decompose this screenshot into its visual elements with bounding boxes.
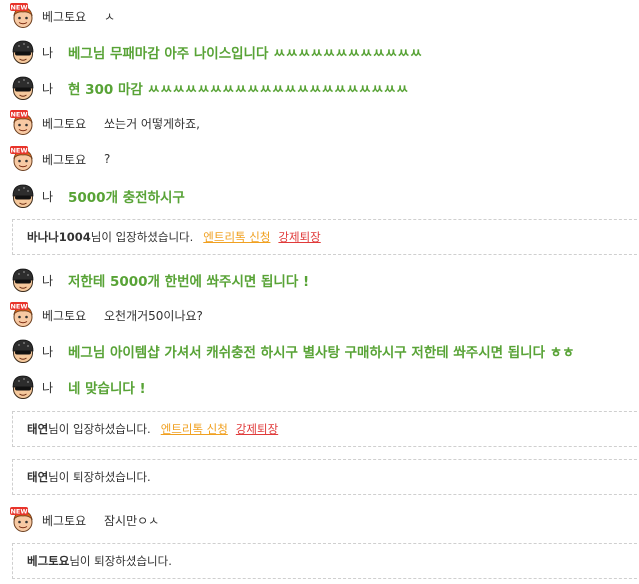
message-text: 쏘는거 어떻게하죠, [104,116,200,131]
chat-message-other: NEW 베그토요 잠시만ㅇㅅ [10,506,159,534]
notice-text: 님이 퇴장하셨습니다. [48,470,151,484]
system-notice: 태연 님이 입장하셨습니다. 엔트리톡 신청 강제퇴장 [12,411,639,447]
chat-message-other: NEW 베그토요 ? [10,145,110,173]
message-text: 저한테 5000개 한번에 쏴주시면 됩니다 ! [68,274,310,290]
chat-log: NEW 베그토요 ㅅ 나 베그님 무패마감 아주 나이스입니다 ㅆㅆㅆㅆㅆㅆㅆㅆ… [0,0,639,584]
new-user-face-icon: NEW [10,110,36,136]
sender-name: 나 [42,45,54,60]
sender-name: 나 [42,189,54,204]
sender-name: 베그토요 [42,152,87,167]
message-text: 베그님 무패마감 아주 나이스입니다 ㅆㅆㅆㅆㅆㅆㅆㅆㅆㅆㅆㅆ [68,46,423,62]
chat-message-other: NEW 베그토요 오천개거50이나요? [10,301,203,329]
sender-name: 나 [42,344,54,359]
chat-message-other: NEW 베그토요 ㅅ [10,2,115,30]
new-user-face-icon: NEW [10,302,36,328]
chat-message-mine: 나 현 300 마감 ㅆㅆㅆㅆㅆㅆㅆㅆㅆㅆㅆㅆㅆㅆㅆㅆㅆㅆㅆㅆㅆ [10,74,408,102]
helmet-user-face-icon [10,39,36,65]
helmet-user-face-icon [10,183,36,209]
message-text: ㅅ [104,9,116,24]
force-kick-link[interactable]: 강제퇴장 [278,229,320,245]
new-user-face-icon: NEW [10,3,36,29]
sender-name: 베그토요 [42,116,87,131]
helmet-user-face-icon [10,267,36,293]
system-notice: 베그토요 님이 퇴장하셨습니다. [12,543,639,579]
message-text: 현 300 마감 ㅆㅆㅆㅆㅆㅆㅆㅆㅆㅆㅆㅆㅆㅆㅆㅆㅆㅆㅆㅆㅆ [68,82,409,98]
chat-message-mine: 나 저한테 5000개 한번에 쏴주시면 됩니다 ! [10,266,309,294]
svg-text:NEW: NEW [10,4,27,12]
message-text: 오천개거50이나요? [104,308,203,323]
svg-text:NEW: NEW [10,111,27,119]
chat-message-mine: 나 베그님 무패마감 아주 나이스입니다 ㅆㅆㅆㅆㅆㅆㅆㅆㅆㅆㅆㅆ [10,38,422,66]
entry-talk-request-link[interactable]: 엔트리톡 신청 [161,421,228,437]
force-kick-link[interactable]: 강제퇴장 [236,421,278,437]
svg-text:NEW: NEW [10,147,27,155]
notice-text: 님이 입장하셨습니다. [90,230,194,244]
chat-message-other: NEW 베그토요 쏘는거 어떻게하죠, [10,109,200,137]
notice-nickname: 태연 [27,422,49,436]
helmet-user-face-icon [10,374,36,400]
notice-nickname: 태연 [27,470,49,484]
message-text: 네 맞습니다 ! [68,381,146,397]
helmet-user-face-icon [10,75,36,101]
new-user-face-icon: NEW [10,507,36,533]
system-notice: 태연 님이 퇴장하셨습니다. [12,459,639,495]
message-text: 베그님 아이템샵 가셔서 캐쉬충전 하시구 별사탕 구매하시구 저한테 쏴주시면… [68,345,575,361]
chat-message-mine: 나 5000개 충전하시구 [10,182,185,210]
notice-text: 님이 입장하셨습니다. [48,422,151,436]
sender-name: 베그토요 [42,513,87,528]
new-user-face-icon: NEW [10,146,36,172]
entry-talk-request-link[interactable]: 엔트리톡 신청 [203,229,270,245]
chat-message-mine: 나 베그님 아이템샵 가셔서 캐쉬충전 하시구 별사탕 구매하시구 저한테 쏴주… [10,337,575,365]
sender-name: 베그토요 [42,308,87,323]
notice-nickname: 바나나1004 [27,230,91,244]
sender-name: 베그토요 [42,9,87,24]
sender-name: 나 [42,81,54,96]
chat-message-mine: 나 네 맞습니다 ! [10,373,146,401]
system-notice: 바나나1004 님이 입장하셨습니다. 엔트리톡 신청 강제퇴장 [12,219,639,255]
message-text: ? [104,152,111,166]
sender-name: 나 [42,380,54,395]
helmet-user-face-icon [10,338,36,364]
message-text: 잠시만ㅇㅅ [104,513,160,528]
notice-text: 님이 퇴장하셨습니다. [69,554,172,568]
message-text: 5000개 충전하시구 [68,190,185,206]
svg-text:NEW: NEW [10,508,27,516]
notice-nickname: 베그토요 [27,554,70,568]
svg-text:NEW: NEW [10,303,27,311]
sender-name: 나 [42,273,54,288]
